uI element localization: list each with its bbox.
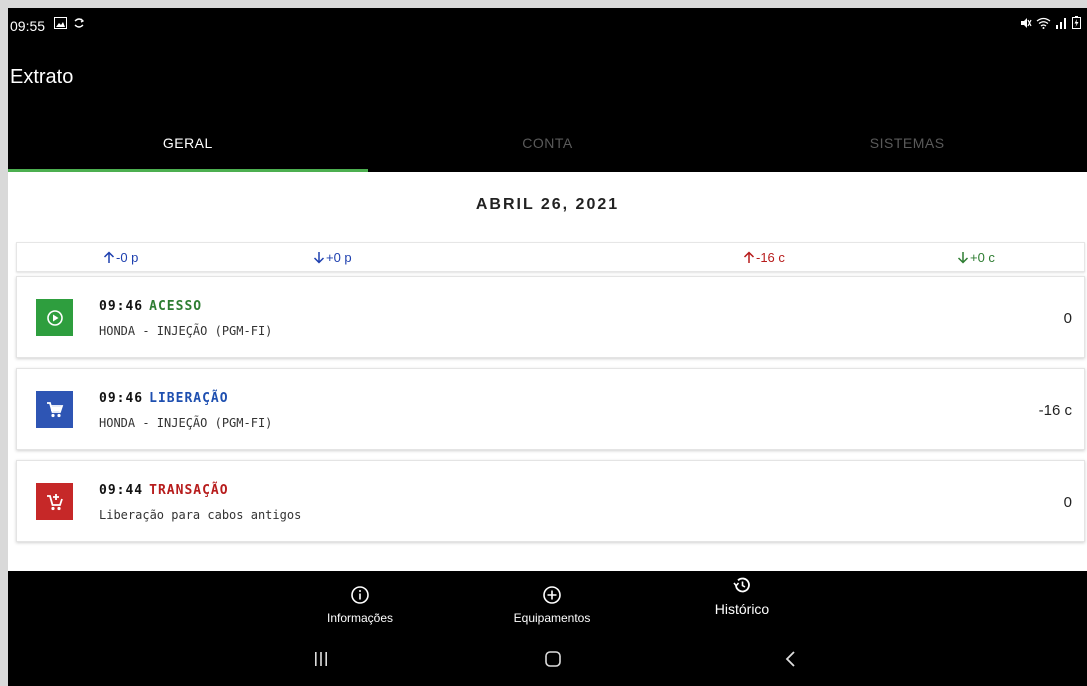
tab-geral[interactable]: GERAL [8,116,368,172]
battery-charging-icon [1072,16,1081,32]
nav-historico[interactable]: Histórico [708,575,776,617]
play-circle-icon [46,309,63,326]
entry-subtitle: HONDA - INJEÇÃO (PGM-FI) [99,416,273,430]
entry-type: LIBERAÇÃO [149,391,229,406]
status-bar: 09:55 [8,8,1087,42]
add-circle-icon [543,586,561,604]
entry-type: TRANSAÇÃO [149,483,229,498]
entry-type: ACESSO [149,299,203,314]
nav-label: Informações [326,611,394,625]
nav-equipamentos[interactable]: Equipamentos [500,585,604,625]
tab-label: SISTEMAS [869,135,945,151]
history-icon [733,577,750,593]
back-button[interactable] [776,646,806,672]
arrow-up-icon [743,251,755,263]
entry-subtitle: HONDA - INJEÇÃO (PGM-FI) [99,324,273,338]
back-icon [785,651,795,667]
image-icon [54,16,67,32]
recents-button[interactable] [306,646,336,672]
device-screen: 09:55 Extrato GERAL CONTA SISTEMAS ABRIL… [8,8,1087,686]
summary-bar: -0 p +0 p -16 c +0 c [16,242,1085,272]
entry-icon-box [36,299,73,336]
summary-value: +0 p [326,250,352,265]
entry-card[interactable]: 09:46 ACESSO HONDA - INJEÇÃO (PGM-FI) 0 [16,276,1085,358]
mute-icon [1020,17,1032,32]
page-title: Extrato [10,66,74,88]
home-button[interactable] [538,646,568,672]
date-header: ABRIL 26, 2021 [475,196,620,213]
statement-content: ABRIL 26, 2021 -0 p +0 p -16 c +0 c 09:4… [8,172,1087,571]
entry-icon-box [36,483,73,520]
summary-value: -16 c [756,250,785,265]
shopping-cart-icon [46,401,63,417]
entry-subtitle: Liberação para cabos antigos [99,508,302,522]
tab-label: GERAL [162,135,213,151]
app-bar: Extrato [8,42,1087,116]
entry-header: 09:44 TRANSAÇÃO [99,483,229,498]
tab-conta[interactable]: CONTA [368,116,728,172]
wifi-icon [1036,17,1051,32]
bottom-nav: Informações Equipamentos Histórico [8,571,1087,634]
home-icon [545,651,561,667]
tab-bar: GERAL CONTA SISTEMAS [8,116,1087,172]
arrow-down-icon [957,252,969,264]
tab-label: CONTA [522,135,573,151]
entry-card[interactable]: 09:44 TRANSAÇÃO Liberação para cabos anti… [16,460,1085,542]
entry-time: 09:46 [99,391,144,406]
system-nav [8,634,1087,686]
summary-points-in: +0 p [313,250,352,265]
summary-points-out: -0 p [103,250,138,265]
add-shopping-cart-icon [46,493,63,510]
recents-icon [315,652,327,666]
tab-sistemas[interactable]: SISTEMAS [727,116,1087,172]
entry-time: 09:44 [99,483,144,498]
entry-time: 09:46 [99,299,144,314]
entry-icon-box [36,391,73,428]
entry-amount: 0 [1063,310,1072,327]
entry-card[interactable]: 09:46 LIBERAÇÃO HONDA - INJEÇÃO (PGM-FI) … [16,368,1085,450]
status-time: 09:55 [10,18,46,34]
arrow-up-icon [103,251,115,263]
entry-header: 09:46 ACESSO [99,299,202,314]
sync-icon [73,16,85,32]
signal-icon [1055,17,1068,32]
summary-credits-in: +0 c [957,250,995,265]
nav-label: Equipamentos [513,611,591,625]
entry-header: 09:46 LIBERAÇÃO [99,391,229,406]
nav-informacoes[interactable]: Informações [316,585,404,625]
arrow-down-icon [313,252,325,264]
summary-value: +0 c [970,250,995,265]
summary-value: -0 p [116,250,139,265]
nav-label: Histórico [714,601,770,617]
summary-credits-out: -16 c [743,250,785,265]
entry-amount: -16 c [1038,402,1072,419]
info-icon [351,586,369,604]
entry-amount: 0 [1063,494,1072,511]
